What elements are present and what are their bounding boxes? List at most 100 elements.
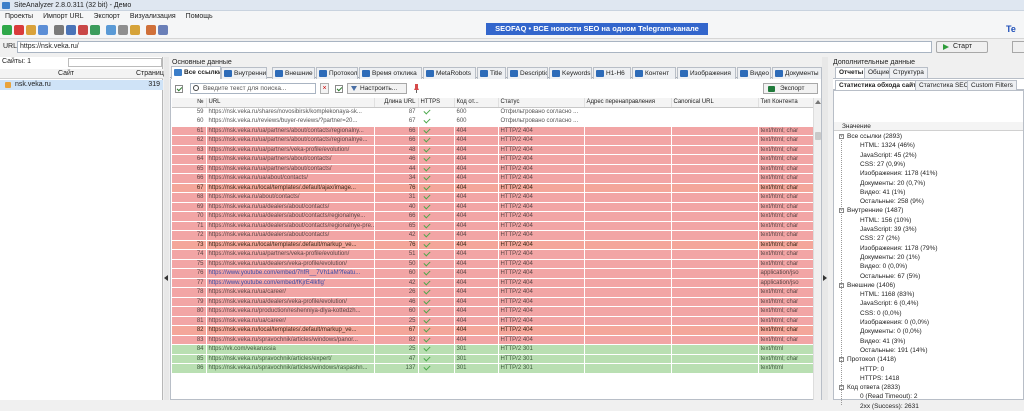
export-icon[interactable] — [90, 25, 100, 35]
table-row[interactable]: 66 https://nsk.veka.ru/ua/about/contacts/… — [172, 173, 813, 184]
tree-group[interactable]: − Протокол (1418) — [839, 355, 896, 364]
table-scrollbar[interactable] — [813, 98, 821, 400]
col-header[interactable]: Canonical URL — [671, 98, 759, 108]
tab-reports[interactable]: Отчеты — [835, 67, 868, 78]
settings-icon[interactable] — [118, 25, 128, 35]
scroll-up-icon[interactable] — [815, 100, 821, 104]
menu-projects[interactable]: Проекты — [0, 11, 38, 22]
table-row[interactable]: 73 https://nsk.veka.ru/local/templates/.d… — [172, 240, 813, 250]
help-icon[interactable] — [158, 25, 168, 35]
tab-12[interactable]: Видео — [737, 67, 771, 79]
tree-group[interactable]: − Внутренние (1487) — [839, 206, 903, 215]
telegram-banner[interactable]: SEOFAQ • ВСЕ новости SEO на одном Telegr… — [486, 23, 708, 35]
site-row[interactable]: nsk.veka.ru 319 — [0, 80, 163, 90]
table-row[interactable]: 61 https://nsk.veka.ru/ua/partners/about/… — [172, 126, 813, 136]
clear-search-button[interactable]: × — [320, 83, 329, 94]
col-pages[interactable]: Страниц — [136, 69, 164, 79]
table-row[interactable]: 79 https://nsk.veka.ru/ua/dealers/veka-pr… — [172, 297, 813, 307]
col-header[interactable]: URL — [206, 98, 375, 108]
info-icon[interactable] — [146, 25, 156, 35]
table-row[interactable]: 59 https://nsk.veka.ru/shares/novosibirsk… — [172, 107, 813, 117]
tab-10[interactable]: Контент — [632, 67, 676, 79]
export-button[interactable]: Экспорт — [763, 83, 818, 94]
tab-4[interactable]: Время отклика — [359, 67, 422, 79]
settings-button[interactable]: Настроить... — [347, 83, 407, 94]
clear-icon[interactable] — [78, 25, 88, 35]
add-project-icon[interactable] — [2, 25, 12, 35]
filter-icon[interactable] — [66, 25, 76, 35]
table-row[interactable]: 63 https://nsk.veka.ru/ua/partners/veka-p… — [172, 145, 813, 155]
table-row[interactable]: 74 https://nsk.veka.ru/ua/partners/veka-p… — [172, 249, 813, 260]
collapse-right-icon[interactable] — [823, 275, 827, 281]
tab-structure[interactable]: Структура — [889, 67, 928, 78]
table-row[interactable]: 69 https://nsk.veka.ru/ua/dealers/about/c… — [172, 202, 813, 212]
start-button[interactable]: Старт — [936, 41, 988, 53]
edit-icon[interactable] — [26, 25, 36, 35]
tools-icon[interactable] — [54, 25, 64, 35]
menu-visualization[interactable]: Визуализация — [125, 11, 181, 22]
delete-icon[interactable] — [14, 25, 24, 35]
table-row[interactable]: 75 https://nsk.veka.ru/ua/dealers/veka-pr… — [172, 259, 813, 269]
tab-7[interactable]: Description — [507, 67, 548, 79]
table-row[interactable]: 84 https://vk.com/vekarussia 25 301 HTTP/2 3… — [172, 344, 813, 355]
table-row[interactable]: 64 https://nsk.veka.ru/ua/partners/about/… — [172, 154, 813, 165]
table-row[interactable]: 81 https://nsk.veka.ru/ua/career/25 404 HTT… — [172, 316, 813, 326]
table-row[interactable]: 76 https://www.youtube.com/embed/7hfR__7V… — [172, 268, 813, 279]
sites-filter-input[interactable] — [68, 58, 162, 67]
tab-5[interactable]: MetaRobots — [423, 67, 476, 79]
chart-icon[interactable] — [106, 25, 116, 35]
table-row[interactable]: 67 https://nsk.veka.ru/local/templates/.d… — [172, 183, 813, 193]
collapse-left-icon[interactable] — [164, 275, 168, 281]
tab-8[interactable]: Keywords — [549, 67, 592, 79]
settings-checkbox[interactable] — [335, 85, 343, 93]
table-row[interactable]: 60 https://nsk.veka.ru/reviews/buyer-revi… — [172, 116, 813, 127]
table-row[interactable]: 85 https://nsk.veka.ru/spravochnik/articl… — [172, 354, 813, 364]
tab-1[interactable]: Внутренние — [221, 67, 267, 79]
telegram-link[interactable]: Te — [1006, 24, 1016, 34]
col-header[interactable]: Статус — [498, 98, 585, 108]
tab-9[interactable]: H1-H6 — [593, 67, 631, 79]
table-row[interactable]: 68 https://nsk.veka.ru/about/contacts/31 4… — [172, 192, 813, 203]
table-row[interactable]: 65 https://nsk.veka.ru/ua/partners/about/… — [172, 164, 813, 174]
col-header[interactable]: Код от... — [454, 98, 499, 108]
table-row[interactable]: 82 https://nsk.veka.ru/local/templates/.d… — [172, 325, 813, 336]
pin-icon[interactable] — [412, 83, 421, 94]
tab-2[interactable]: Внешние — [272, 67, 315, 79]
table-row[interactable]: 77 https://www.youtube.com/embed/fKjrE4lk… — [172, 278, 813, 288]
tab-3[interactable]: Протокол — [316, 67, 358, 79]
menu-help[interactable]: Помощь — [181, 11, 218, 22]
filter-checkbox[interactable] — [175, 85, 183, 93]
col-header[interactable]: Длина URL — [374, 98, 419, 108]
search-input[interactable]: Введите текст для поиска... — [190, 83, 316, 94]
col-header[interactable]: № — [172, 98, 207, 108]
table-row[interactable]: 78 https://nsk.veka.ru/ua/career/26 404 HTT… — [172, 287, 813, 298]
left-splitter[interactable] — [164, 57, 169, 400]
menu-import-url[interactable]: Импорт URL — [38, 11, 88, 22]
url-input[interactable]: https://nsk.veka.ru/ — [17, 41, 932, 53]
col-site[interactable]: Сайт — [58, 69, 74, 79]
table-row[interactable]: 71 https://nsk.veka.ru/ua/dealers/about/c… — [172, 221, 813, 231]
tab-0[interactable]: Все ссылки — [171, 66, 221, 79]
cell: https://nsk.veka.ru/ua/dealers/veka-prof… — [206, 297, 375, 307]
col-header[interactable]: HTTPS — [418, 98, 455, 108]
table-row[interactable]: 72 https://nsk.veka.ru/ua/dealers/about/c… — [172, 230, 813, 241]
tab-11[interactable]: Изображения — [677, 67, 736, 79]
folder-icon[interactable] — [130, 25, 140, 35]
tree-group[interactable]: − Внешние (1406) — [839, 281, 895, 290]
col-header[interactable]: Адрес перенаправления — [584, 98, 672, 108]
table-row[interactable]: 62 https://nsk.veka.ru/ua/partners/about/… — [172, 135, 813, 146]
scroll-thumb[interactable] — [815, 132, 821, 140]
tab-6[interactable]: Title — [477, 67, 506, 79]
tree-group[interactable]: − Все ссылки (2893) — [839, 132, 902, 141]
table-row[interactable]: 70 https://nsk.veka.ru/ua/dealers/about/c… — [172, 211, 813, 222]
right-splitter[interactable] — [822, 57, 828, 400]
tree-group[interactable]: − Код ответа (2833) — [839, 383, 900, 392]
tab-13[interactable]: Документы — [772, 67, 822, 79]
col-header[interactable]: Тип Контента — [758, 98, 813, 108]
refresh-icon[interactable] — [38, 25, 48, 35]
stop-button[interactable] — [1012, 41, 1024, 53]
table-row[interactable]: 86 https://nsk.veka.ru/spravochnik/articl… — [172, 363, 813, 374]
menu-export[interactable]: Экспорт — [89, 11, 125, 22]
table-row[interactable]: 80 https://nsk.veka.ru/production/reshenn… — [172, 306, 813, 317]
table-row[interactable]: 83 https://nsk.veka.ru/spravochnik/articl… — [172, 335, 813, 345]
